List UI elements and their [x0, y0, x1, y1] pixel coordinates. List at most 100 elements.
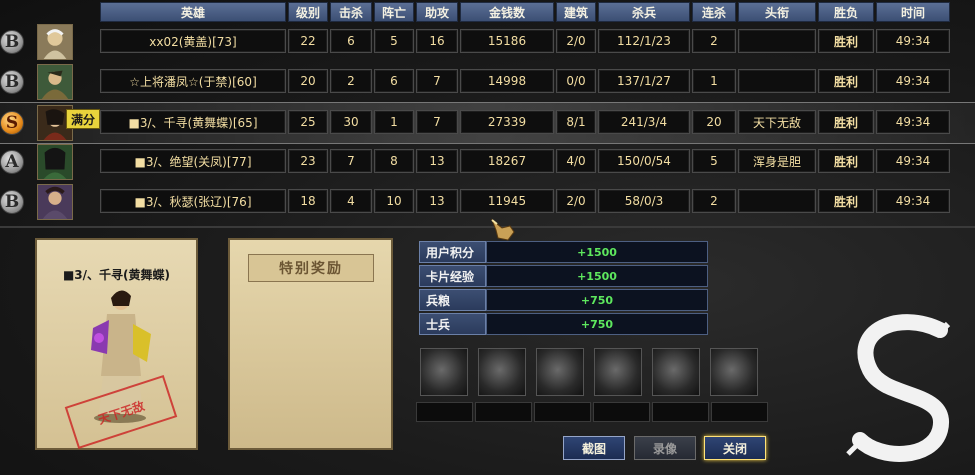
replay-button[interactable]: 录像 [634, 436, 696, 460]
assists: 13 [416, 189, 458, 213]
col-title: 头衔 [738, 2, 816, 22]
screenshot-button[interactable]: 截图 [563, 436, 625, 460]
close-button[interactable]: 关闭 [704, 436, 766, 460]
result: 胜利 [818, 69, 874, 93]
assists: 13 [416, 149, 458, 173]
buildings: 2/0 [556, 189, 596, 213]
col-gold: 金钱数 [460, 2, 554, 22]
player-row[interactable]: B xx02(黄盖)[73] 22 6 5 16 15186 2/0 112/1… [0, 22, 975, 62]
locked-item-icon[interactable] [594, 348, 642, 396]
gold: 11945 [460, 189, 554, 213]
col-kills: 击杀 [330, 2, 372, 22]
creeps: 150/0/54 [598, 149, 690, 173]
col-creeps: 杀兵 [598, 2, 690, 22]
title [738, 69, 816, 93]
hero-name: ■3/、绝望(关凤)[77] [100, 149, 286, 173]
player-row-selected[interactable]: S ■3/、千寻(黄舞蝶)[65] 25 30 1 7 27339 8/1 24… [0, 102, 975, 144]
special-reward-title: 特别奖励 [248, 254, 374, 282]
col-streak: 连杀 [692, 2, 736, 22]
locked-item-icon[interactable] [652, 348, 700, 396]
deaths: 8 [374, 149, 414, 173]
title [738, 29, 816, 53]
slot-label [711, 402, 768, 422]
streak: 1 [692, 69, 736, 93]
reward-value: +1500 [486, 241, 708, 263]
grade-badge: B [0, 70, 24, 94]
reward-row: 兵粮 +750 [419, 289, 708, 311]
gold: 15186 [460, 29, 554, 53]
player-row[interactable]: B ☆上将潘凤☆(于禁)[60] 20 2 6 7 14998 0/0 137/… [0, 62, 975, 102]
level: 25 [288, 110, 328, 134]
result: 胜利 [818, 110, 874, 134]
locked-item-icon[interactable] [420, 348, 468, 396]
streak: 20 [692, 110, 736, 134]
slot-label [475, 402, 532, 422]
hero-name: ☆上将潘凤☆(于禁)[60] [100, 69, 286, 93]
creeps: 112/1/23 [598, 29, 690, 53]
assists: 7 [416, 69, 458, 93]
kills: 6 [330, 29, 372, 53]
reward-label: 用户积分 [419, 241, 486, 263]
reward-label: 士兵 [419, 313, 486, 335]
reward-value: +1500 [486, 265, 708, 287]
buildings: 0/0 [556, 69, 596, 93]
reward-label: 兵粮 [419, 289, 486, 311]
slot-label [652, 402, 709, 422]
hero-avatar [37, 64, 73, 100]
player-row[interactable]: A ■3/、绝望(关凤)[77] 23 7 8 13 18267 4/0 150… [0, 142, 975, 182]
level: 22 [288, 29, 328, 53]
special-reward-scroll: 特别奖励 [228, 238, 393, 450]
slot-label [593, 402, 650, 422]
deaths: 5 [374, 29, 414, 53]
time: 49:34 [876, 189, 950, 213]
locked-item-icon[interactable] [710, 348, 758, 396]
buildings: 4/0 [556, 149, 596, 173]
hero-name: ■3/、秋瑟(张辽)[76] [100, 189, 286, 213]
col-hero: 英雄 [100, 2, 286, 22]
hero-avatar [37, 184, 73, 220]
level: 20 [288, 69, 328, 93]
grade-badge: B [0, 30, 24, 54]
locked-item-icon[interactable] [536, 348, 584, 396]
hero-card: ■3/、千寻(黄舞蝶) 天下无敌 [35, 238, 198, 450]
time: 49:34 [876, 110, 950, 134]
locked-item-icon[interactable] [478, 348, 526, 396]
title: 天下无敌 [738, 110, 816, 134]
streak: 2 [692, 189, 736, 213]
hero-avatar [37, 24, 73, 60]
reward-value: +750 [486, 313, 708, 335]
col-assists: 助攻 [416, 2, 458, 22]
col-buildings: 建筑 [556, 2, 596, 22]
buildings: 8/1 [556, 110, 596, 134]
col-level: 级别 [288, 2, 328, 22]
streak: 2 [692, 29, 736, 53]
player-row[interactable]: B ■3/、秋瑟(张辽)[76] 18 4 10 13 11945 2/0 58… [0, 182, 975, 222]
reward-row: 士兵 +750 [419, 313, 708, 335]
result: 胜利 [818, 29, 874, 53]
kills: 30 [330, 110, 372, 134]
result: 胜利 [818, 149, 874, 173]
time: 49:34 [876, 29, 950, 53]
item-slot-labels [416, 402, 768, 422]
title [738, 189, 816, 213]
level: 23 [288, 149, 328, 173]
title: 浑身是胆 [738, 149, 816, 173]
kills: 4 [330, 189, 372, 213]
time: 49:34 [876, 69, 950, 93]
grade-badge: S [0, 111, 24, 135]
reward-value: +750 [486, 289, 708, 311]
reward-list: 用户积分 +1500 卡片经验 +1500 兵粮 +750 士兵 +750 [419, 241, 708, 337]
deaths: 10 [374, 189, 414, 213]
gold: 18267 [460, 149, 554, 173]
level: 18 [288, 189, 328, 213]
col-deaths: 阵亡 [374, 2, 414, 22]
reward-row: 卡片经验 +1500 [419, 265, 708, 287]
reward-label: 卡片经验 [419, 265, 486, 287]
kills: 2 [330, 69, 372, 93]
result: 胜利 [818, 189, 874, 213]
deaths: 6 [374, 69, 414, 93]
gold: 14998 [460, 69, 554, 93]
assists: 16 [416, 29, 458, 53]
item-slots [420, 348, 758, 396]
kills: 7 [330, 149, 372, 173]
